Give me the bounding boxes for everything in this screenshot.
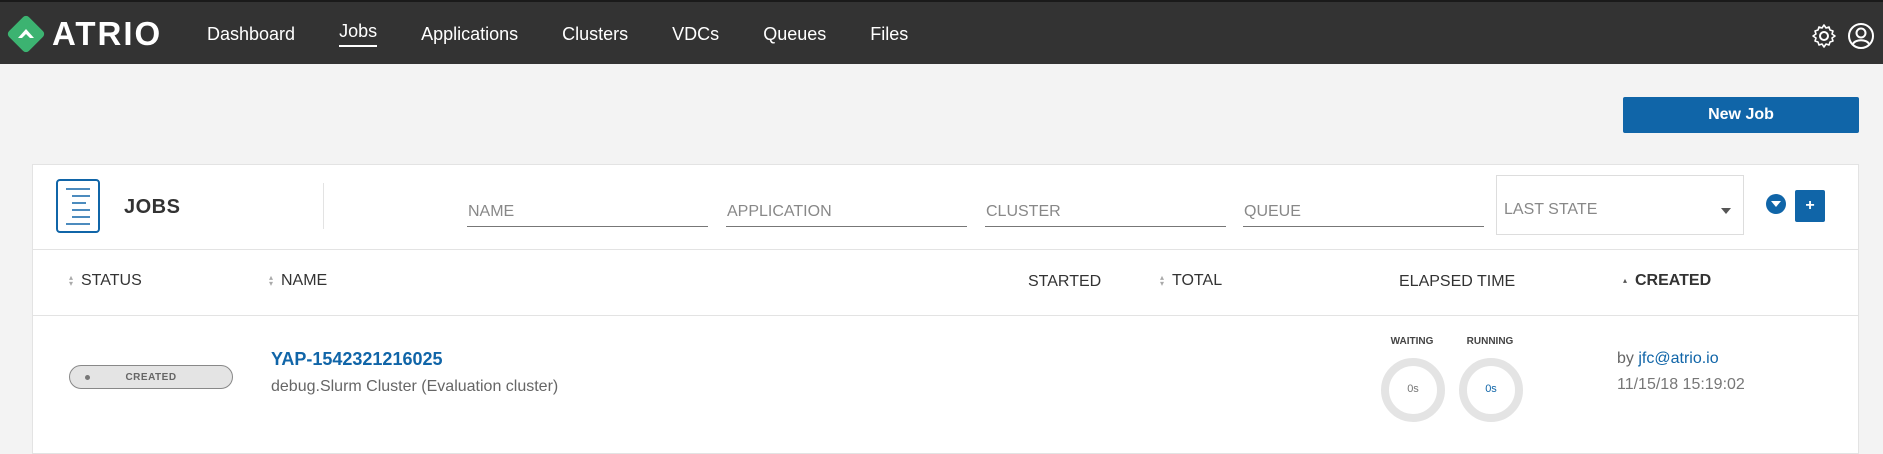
waiting-label: WAITING — [1390, 336, 1434, 347]
new-job-button[interactable]: New Job — [1623, 97, 1859, 133]
running-ring: 0s — [1459, 358, 1523, 422]
jobs-panel: JOBS LAST STATE + ▴▾STATUS ▴▾NAME STARTE… — [32, 164, 1859, 454]
created-by-user-link[interactable]: jfc@atrio.io — [1638, 350, 1718, 367]
status-badge: CREATED — [69, 365, 233, 389]
job-cluster-queue: debug.Slurm Cluster (Evaluation cluster) — [271, 378, 559, 395]
jobs-panel-header: JOBS LAST STATE + — [33, 165, 1858, 250]
column-header-elapsed: ELAPSED TIME — [1399, 273, 1516, 290]
jobs-panel-title: JOBS — [124, 196, 181, 218]
created-timestamp: 11/15/18 15:19:02 — [1617, 376, 1745, 393]
brand-name: ATRIO — [52, 15, 163, 52]
brand-logo[interactable]: ATRIO — [6, 15, 163, 53]
nav-dashboard[interactable]: Dashboard — [207, 24, 295, 45]
nav-files[interactable]: Files — [870, 24, 908, 45]
waiting-ring: 0s — [1381, 358, 1445, 422]
running-value: 0s — [1485, 383, 1497, 395]
created-by: by jfc@atrio.io — [1617, 350, 1719, 367]
job-name-link[interactable]: YAP-1542321216025 — [271, 349, 443, 370]
user-icon[interactable] — [1847, 22, 1875, 55]
last-state-select[interactable]: LAST STATE — [1496, 175, 1744, 235]
header-divider — [323, 183, 324, 229]
chevron-down-icon — [1721, 208, 1731, 214]
nav-applications[interactable]: Applications — [421, 24, 518, 45]
nav-vdcs[interactable]: VDCs — [672, 24, 719, 45]
name-filter-input[interactable] — [467, 198, 708, 227]
nav-clusters[interactable]: Clusters — [562, 24, 628, 45]
nav-queues[interactable]: Queues — [763, 24, 826, 45]
add-filter-button[interactable]: + — [1795, 190, 1825, 222]
column-header-started: STARTED — [1028, 273, 1102, 290]
header-row-divider — [33, 315, 1858, 316]
column-header-status[interactable]: ▴ ▾ STATUS — [69, 272, 142, 290]
sort-icon: ▴ ▾ — [69, 272, 74, 288]
last-state-label: LAST STATE — [1504, 201, 1598, 218]
queue-filter-input[interactable] — [1243, 198, 1484, 227]
main-nav: Dashboard Jobs Applications Clusters VDC… — [207, 2, 952, 66]
cluster-filter-input[interactable] — [985, 198, 1226, 227]
waiting-value: 0s — [1407, 383, 1419, 395]
application-filter-input[interactable] — [726, 198, 967, 227]
atrio-logo-icon — [7, 15, 45, 53]
column-header-name[interactable]: ▴ ▾ NAME — [269, 272, 327, 290]
top-navigation-bar: ATRIO Dashboard Jobs Applications Cluste… — [0, 0, 1883, 64]
sort-icon: ▴ ▾ — [269, 272, 274, 288]
column-header-created[interactable]: ▴ CREATED — [1623, 272, 1711, 290]
sort-icon: ▴ ▾ — [1160, 272, 1165, 288]
sort-ascending-icon: ▴ — [1623, 275, 1628, 285]
gear-icon[interactable] — [1811, 23, 1837, 54]
nav-jobs[interactable]: Jobs — [339, 21, 378, 47]
expand-filters-button[interactable] — [1766, 194, 1786, 214]
column-header-total[interactable]: ▴ ▾ TOTAL — [1160, 272, 1222, 290]
running-label: RUNNING — [1466, 336, 1514, 347]
top-right-icons — [1801, 22, 1875, 55]
jobs-document-icon — [56, 179, 100, 233]
